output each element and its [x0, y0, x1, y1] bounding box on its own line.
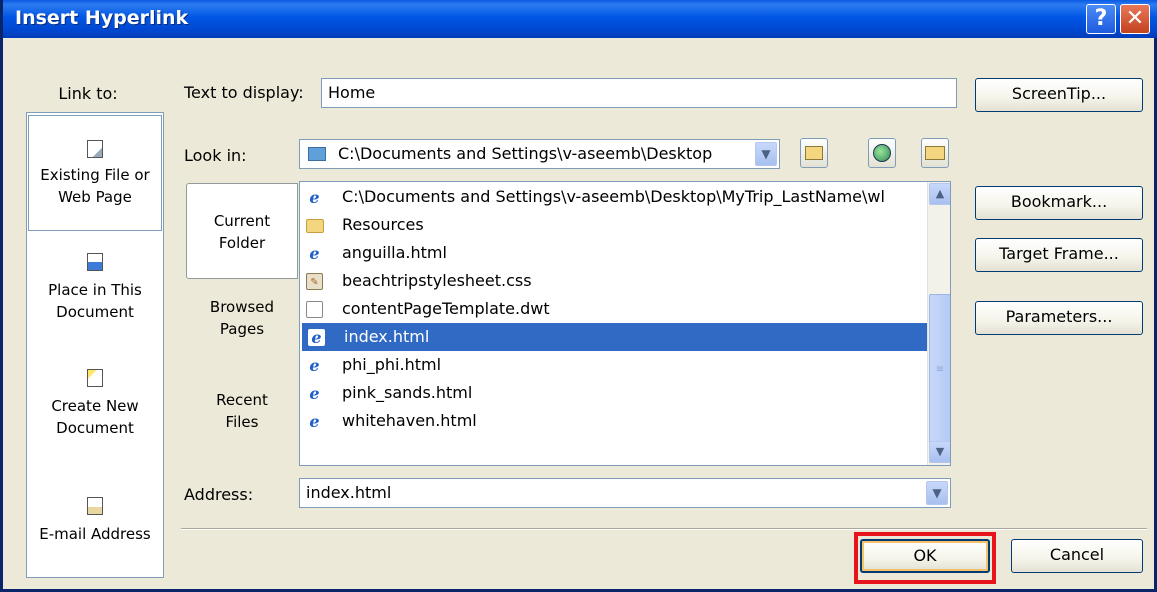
help-button[interactable]: ?: [1086, 4, 1116, 34]
open-folder-icon: [925, 146, 945, 160]
tab-recent-files-label-2: Files: [225, 413, 259, 431]
tab-current-folder-label-2: Folder: [218, 234, 266, 252]
parameters-button[interactable]: Parameters...: [975, 301, 1143, 335]
address-value: index.html: [306, 483, 392, 502]
close-icon: ✕: [1125, 6, 1145, 31]
list-item[interactable]: ✎ beachtripstylesheet.css: [300, 267, 927, 295]
location-tabs: Current Folder Browsed Pages Recent File…: [184, 181, 300, 467]
link-email-label: E-mail Address: [39, 525, 151, 543]
link-to-panel: Existing File or Web Page Place in This …: [26, 112, 164, 578]
chevron-down-icon[interactable]: ▼: [926, 481, 948, 505]
browse-web-icon: [873, 144, 891, 162]
file-name: C:\Documents and Settings\v-aseemb\Deskt…: [342, 187, 885, 206]
up-folder-icon: [805, 146, 823, 160]
link-place-in-document[interactable]: Place in This Document: [28, 247, 162, 343]
screentip-button[interactable]: ScreenTip...: [975, 78, 1143, 112]
list-item[interactable]: e whitehaven.html: [300, 407, 927, 435]
ie-icon: e: [309, 384, 320, 403]
list-item[interactable]: e phi_phi.html: [300, 351, 927, 379]
divider: [181, 528, 1147, 530]
link-existing-file-label-1: Existing File or: [40, 166, 150, 184]
tab-browsed-pages[interactable]: Browsed Pages: [186, 296, 298, 356]
tab-browsed-pages-label-1: Browsed: [209, 298, 275, 316]
link-email-address[interactable]: E-mail Address: [28, 491, 162, 571]
ie-icon: e: [309, 244, 320, 263]
cancel-button[interactable]: Cancel: [1011, 539, 1143, 573]
title-bar[interactable]: Insert Hyperlink ? ✕: [3, 0, 1157, 38]
link-to-label: Link to:: [58, 84, 118, 103]
template-file-icon: [306, 301, 323, 318]
tab-browsed-pages-label-2: Pages: [219, 320, 265, 338]
file-name: contentPageTemplate.dwt: [342, 299, 550, 318]
vertical-scrollbar[interactable]: ▲ ≡ ▼: [927, 182, 950, 465]
text-to-display-label: Text to display:: [184, 83, 304, 102]
file-name: index.html: [344, 327, 430, 346]
link-existing-file[interactable]: Existing File or Web Page: [28, 115, 162, 231]
target-frame-button[interactable]: Target Frame...: [975, 238, 1143, 272]
ie-icon: e: [309, 188, 320, 207]
link-place-label-1: Place in This: [48, 281, 142, 299]
ie-icon: e: [308, 329, 325, 346]
browse-web-button[interactable]: [868, 138, 896, 168]
browse-file-button[interactable]: [921, 138, 949, 168]
link-create-new-document[interactable]: Create New Document: [28, 363, 162, 459]
chevron-down-icon[interactable]: ▼: [755, 142, 777, 166]
scroll-up-icon[interactable]: ▲: [929, 183, 950, 205]
file-list[interactable]: e C:\Documents and Settings\v-aseemb\Desk…: [299, 181, 951, 466]
existing-file-icon: [87, 140, 103, 158]
ie-icon: e: [309, 356, 320, 375]
link-create-label-2: Document: [56, 419, 134, 437]
look-in-label: Look in:: [184, 146, 247, 165]
scroll-down-icon[interactable]: ▼: [929, 441, 950, 463]
link-create-label-1: Create New: [51, 397, 139, 415]
dialog-window: Insert Hyperlink ? ✕ Link to: Existing F…: [0, 0, 1157, 592]
ie-icon: e: [309, 412, 320, 431]
address-label: Address:: [184, 485, 254, 504]
list-item[interactable]: Resources: [300, 211, 927, 239]
dialog-title: Insert Hyperlink: [15, 7, 189, 29]
link-place-label-2: Document: [56, 303, 134, 321]
file-name: whitehaven.html: [342, 411, 477, 430]
tab-recent-files[interactable]: Recent Files: [186, 389, 298, 449]
help-icon: ?: [1094, 6, 1108, 31]
create-new-document-icon: [87, 369, 103, 387]
address-combo[interactable]: index.html ▼: [299, 478, 951, 508]
file-name: Resources: [342, 215, 424, 234]
tab-current-folder[interactable]: Current Folder: [186, 183, 298, 279]
tab-current-folder-label-1: Current: [213, 212, 271, 230]
file-name: phi_phi.html: [342, 355, 442, 374]
css-file-icon: ✎: [306, 273, 323, 290]
tab-recent-files-label-1: Recent: [216, 391, 268, 409]
up-one-folder-button[interactable]: [800, 138, 828, 168]
list-item[interactable]: e pink_sands.html: [300, 379, 927, 407]
link-existing-file-label-2: Web Page: [58, 188, 132, 206]
desktop-icon: [308, 147, 326, 161]
list-item[interactable]: contentPageTemplate.dwt: [300, 295, 927, 323]
look-in-combo[interactable]: C:\Documents and Settings\v-aseemb\Deskt…: [299, 139, 780, 169]
scroll-thumb[interactable]: ≡: [929, 294, 950, 444]
ok-button[interactable]: OK: [860, 539, 990, 573]
file-name: anguilla.html: [342, 243, 447, 262]
folder-icon: [306, 219, 324, 233]
text-to-display-input[interactable]: Home: [321, 78, 957, 108]
list-item[interactable]: e anguilla.html: [300, 239, 927, 267]
file-name: pink_sands.html: [342, 383, 473, 402]
close-button[interactable]: ✕: [1120, 4, 1150, 34]
email-address-icon: [87, 497, 103, 515]
list-item[interactable]: e C:\Documents and Settings\v-aseemb\Desk…: [300, 183, 927, 211]
look-in-value: C:\Documents and Settings\v-aseemb\Deskt…: [338, 144, 713, 163]
place-in-document-icon: [87, 253, 103, 271]
bookmark-button[interactable]: Bookmark...: [975, 186, 1143, 220]
file-name: beachtripstylesheet.css: [342, 271, 532, 290]
list-item-selected[interactable]: e index.html: [302, 323, 927, 351]
